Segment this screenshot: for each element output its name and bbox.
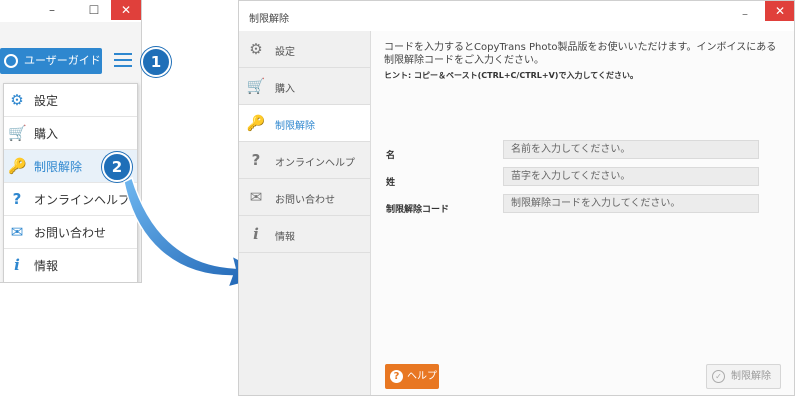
question-icon: ? <box>12 190 22 208</box>
hamburger-menu-icon[interactable] <box>114 52 132 68</box>
maximize-button[interactable]: ☐ <box>80 0 108 20</box>
info-icon: i <box>14 256 20 274</box>
left-title-bar: – ☐ ✕ <box>0 0 141 22</box>
hint-text: ヒント: コピー＆ペースト(CTRL+C/CTRL+V)で入力してください。 <box>384 71 638 80</box>
menu-item-label: お問い合わせ <box>34 226 107 240</box>
sidebar-item-online-help[interactable]: ? オンラインヘルプ <box>239 142 370 179</box>
menu-item-label: 制限解除 <box>34 160 83 174</box>
description-text: コードを入力するとCopyTrans Photo製品版をお使いいただけます。イン… <box>384 42 777 66</box>
unlock-code-label: 制限解除コード <box>386 205 450 215</box>
dialog-close-button[interactable]: ✕ <box>765 1 794 21</box>
first-name-input[interactable]: 名前を入力してください。 <box>503 140 759 159</box>
menu-item-online-help[interactable]: ? オンラインヘルプ <box>4 183 137 216</box>
envelope-icon: ✉ <box>249 188 263 206</box>
unlock-button-label: 制限解除 <box>731 371 771 382</box>
last-name-label: 姓 <box>386 178 396 188</box>
dialog-content: コードを入力するとCopyTrans Photo製品版をお使いいただけます。イン… <box>370 31 794 395</box>
unlock-button[interactable]: ✓ 制限解除 <box>706 364 781 389</box>
sidebar-item-label: オンラインヘルプ <box>275 158 355 169</box>
menu-item-purchase[interactable]: 🛒 購入 <box>4 117 137 150</box>
question-circle-icon: ? <box>390 370 403 383</box>
cart-icon: 🛒 <box>246 77 266 95</box>
dialog-minimize-button[interactable]: – <box>733 4 757 24</box>
last-name-input[interactable]: 苗字を入力してください。 <box>503 167 759 186</box>
first-name-label: 名 <box>386 151 396 161</box>
sidebar-item-label: お問い合わせ <box>275 195 335 206</box>
menu-item-label: 情報 <box>34 259 59 273</box>
sidebar-item-settings[interactable]: ⚙ 設定 <box>239 31 370 68</box>
minimize-button[interactable]: – <box>38 0 66 20</box>
user-guide-label: ユーザーガイド <box>24 54 101 67</box>
sidebar-item-contact[interactable]: ✉ お問い合わせ <box>239 179 370 216</box>
help-button-label: ヘルプ <box>407 371 437 382</box>
gear-icon: ⚙ <box>249 40 263 58</box>
unlock-code-input[interactable]: 制限解除コードを入力してください。 <box>503 194 759 213</box>
close-button[interactable]: ✕ <box>111 0 141 20</box>
user-guide-button[interactable]: ユーザーガイド <box>0 48 102 74</box>
question-icon: ? <box>251 151 261 169</box>
sidebar-item-label: 購入 <box>275 84 295 95</box>
dropdown-menu: ⚙ 設定 🛒 購入 🔑 制限解除 ? オンラインヘルプ ✉ お問い合わせ i 情… <box>3 83 138 282</box>
envelope-icon: ✉ <box>10 223 24 241</box>
sidebar-item-info[interactable]: i 情報 <box>239 216 370 253</box>
sidebar-item-unlock[interactable]: 🔑 制限解除 <box>239 105 370 142</box>
lifebuoy-icon <box>4 54 18 68</box>
sidebar-item-label: 制限解除 <box>275 121 315 132</box>
menu-item-settings[interactable]: ⚙ 設定 <box>4 84 137 117</box>
key-icon: 🔑 <box>246 114 266 132</box>
cart-icon: 🛒 <box>8 124 27 142</box>
sidebar-item-label: 設定 <box>275 47 295 58</box>
unlock-dialog: 制限解除 – ✕ ⚙ 設定 🛒 購入 🔑 制限解除 ? オンラインヘルプ ✉ お… <box>238 0 795 396</box>
key-icon: 🔑 <box>8 157 27 175</box>
menu-item-label: 購入 <box>34 127 59 141</box>
dialog-title: 制限解除 <box>249 14 289 25</box>
gear-icon: ⚙ <box>10 91 24 109</box>
menu-item-info[interactable]: i 情報 <box>4 249 137 281</box>
menu-item-label: 設定 <box>34 94 59 108</box>
help-button[interactable]: ? ヘルプ <box>385 364 439 389</box>
sidebar-item-purchase[interactable]: 🛒 購入 <box>239 68 370 105</box>
dialog-title-bar: 制限解除 – ✕ <box>239 1 794 31</box>
check-circle-icon: ✓ <box>712 370 725 383</box>
step-badge-1: 1 <box>141 47 171 77</box>
menu-item-label: オンラインヘルプ <box>34 193 131 207</box>
dialog-sidebar: ⚙ 設定 🛒 購入 🔑 制限解除 ? オンラインヘルプ ✉ お問い合わせ i 情… <box>239 31 371 395</box>
sidebar-item-label: 情報 <box>275 232 295 243</box>
menu-item-contact[interactable]: ✉ お問い合わせ <box>4 216 137 249</box>
info-icon: i <box>253 225 259 243</box>
